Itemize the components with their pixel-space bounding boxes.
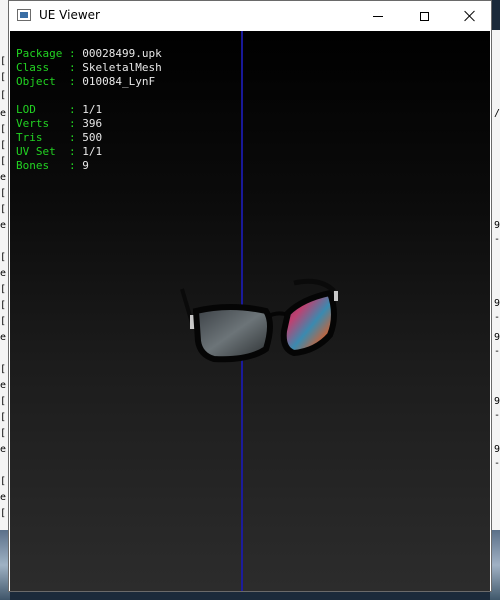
info-row-object: Object : 010084_LynF: [16, 75, 162, 89]
info-separator: [62, 47, 69, 60]
info-label: Tris: [16, 131, 63, 144]
close-icon: [464, 10, 476, 22]
info-row-class: Class : SkeletalMesh: [16, 61, 162, 75]
info-label: Package: [16, 47, 63, 60]
info-row-bones: Bones : 9: [16, 159, 162, 173]
right-hinge: [334, 291, 338, 301]
info-separator: :: [68, 145, 76, 158]
3d-viewport[interactable]: Package : 00028499.upk Class : SkeletalM…: [10, 31, 490, 591]
info-separator: :: [68, 131, 76, 144]
ue-viewer-window: UE Viewer Package : 00028499.upk Class :…: [8, 0, 492, 592]
info-label: UV Set: [16, 145, 63, 158]
maximize-icon: [419, 11, 429, 21]
info-value: 010084_LynF: [82, 75, 156, 88]
info-label: Class: [16, 61, 63, 74]
info-separator: :: [68, 103, 76, 116]
minimize-icon: [373, 15, 383, 17]
info-label: Bones: [16, 159, 63, 172]
info-value: 396: [82, 117, 103, 130]
info-label: LOD: [16, 103, 63, 116]
info-label: Verts: [16, 117, 63, 130]
info-separator: :: [68, 61, 76, 74]
info-row-package: Package : 00028499.upk: [16, 47, 162, 61]
info-separator: :: [68, 159, 76, 172]
info-row-lod: LOD : 1/1: [16, 103, 162, 117]
info-separator: :: [68, 117, 76, 130]
info-value: 1/1: [82, 103, 103, 116]
sunglasses-mesh[interactable]: [170, 271, 340, 371]
info-label: Object: [16, 75, 63, 88]
window-title: UE Viewer: [39, 8, 100, 22]
right-temple-arm: [293, 278, 336, 293]
info-row-uvset: UV Set : 1/1: [16, 145, 162, 159]
title-bar[interactable]: UE Viewer: [9, 1, 491, 31]
info-value: SkeletalMesh: [82, 61, 162, 74]
left-lens: [192, 304, 273, 363]
minimize-button[interactable]: [355, 1, 401, 31]
info-value: 1/1: [82, 145, 103, 158]
info-value: 9: [82, 159, 89, 172]
info-value: 500: [82, 131, 103, 144]
info-row-verts: Verts : 396: [16, 117, 162, 131]
info-separator: :: [68, 47, 76, 60]
info-row-tris: Tris : 500: [16, 131, 162, 145]
right-lens: [280, 289, 337, 357]
window-icon[interactable]: [17, 9, 31, 21]
close-button[interactable]: [447, 1, 493, 31]
mesh-info-panel: Package : 00028499.upk Class : SkeletalM…: [16, 47, 162, 173]
maximize-button[interactable]: [401, 1, 447, 31]
info-value: 00028499.upk: [82, 47, 162, 60]
info-separator: :: [68, 75, 76, 88]
